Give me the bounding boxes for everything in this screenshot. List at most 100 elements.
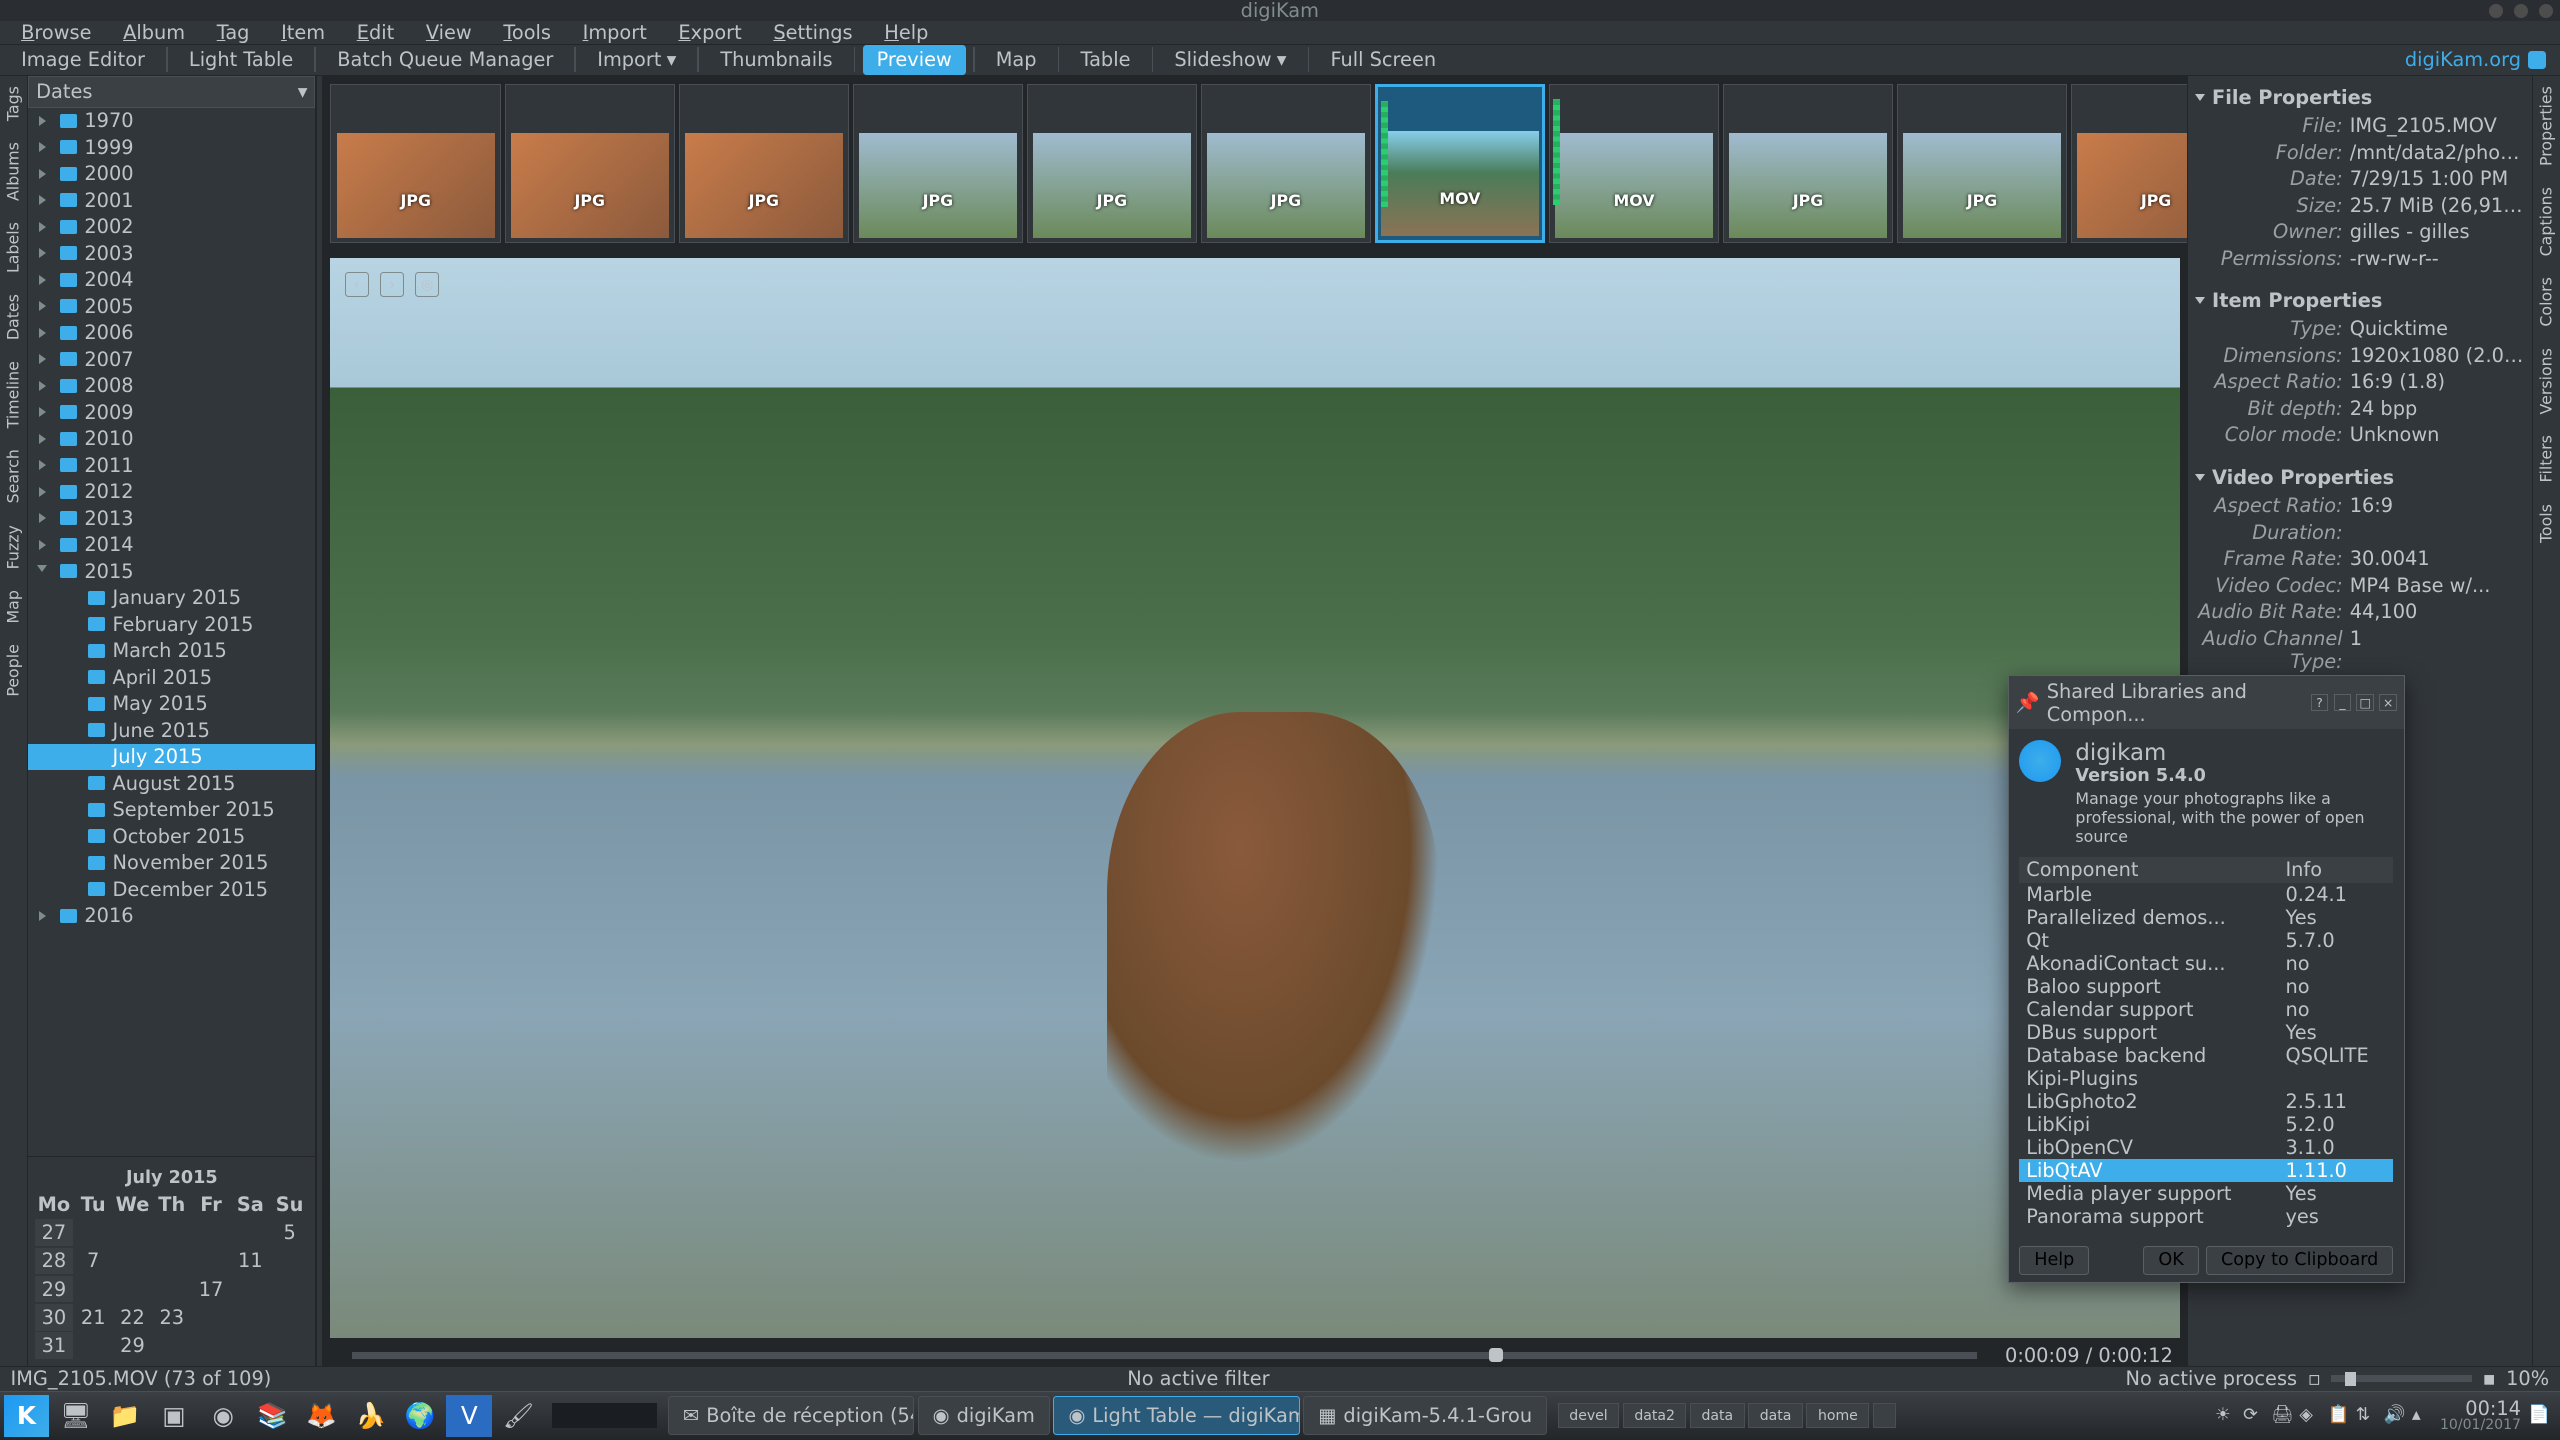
tree-month[interactable]: July 2015 — [28, 744, 315, 771]
thumbnail[interactable]: JPG — [853, 84, 1024, 242]
tab-tools[interactable]: Tools — [2533, 494, 2560, 554]
panel-header[interactable]: Dates▾ — [28, 76, 315, 108]
desktop-switcher[interactable]: devel — [1558, 1403, 1620, 1428]
tab-dates[interactable]: Dates — [0, 284, 27, 351]
thumbnail[interactable]: JPG — [2071, 84, 2187, 242]
component-row[interactable]: DBus supportYes — [2019, 1021, 2393, 1044]
menu-browse[interactable]: Browse — [7, 21, 106, 44]
tree-month[interactable]: June 2015 — [28, 717, 315, 744]
maximize-icon[interactable]: □ — [2356, 694, 2374, 712]
desktop-switcher[interactable]: data — [1748, 1403, 1803, 1428]
cal-day[interactable]: 17 — [192, 1276, 230, 1303]
date-tree[interactable]: 1970199920002001200220032004200520062007… — [28, 108, 315, 1157]
component-row[interactable]: Parallelized demos...Yes — [2019, 906, 2393, 929]
zoom-slider[interactable] — [2331, 1375, 2472, 1382]
tree-month[interactable]: April 2015 — [28, 664, 315, 691]
desktop-switcher[interactable]: data — [1690, 1403, 1745, 1428]
tab-people[interactable]: People — [0, 634, 27, 708]
target-icon[interactable]: ◎ — [415, 272, 440, 297]
menu-import[interactable]: Import — [569, 21, 661, 44]
thumbnail[interactable]: MOV — [1375, 84, 1546, 242]
maximize-button[interactable] — [2514, 4, 2528, 18]
chrome-icon[interactable]: ◉ — [200, 1395, 246, 1437]
tab-filters[interactable]: Filters — [2533, 425, 2560, 494]
clock[interactable]: 00:14 10/01/2017 — [2440, 1399, 2521, 1432]
cal-day[interactable]: 11 — [232, 1248, 270, 1275]
menu-help[interactable]: Help — [870, 21, 942, 44]
desktop-icon[interactable]: 🖥 — [53, 1395, 99, 1437]
cal-day[interactable]: 29 — [114, 1332, 152, 1359]
tab-search[interactable]: Search — [0, 439, 27, 514]
note-icon[interactable]: 📄 — [2528, 1405, 2549, 1426]
tree-year[interactable]: 2014 — [28, 532, 315, 559]
pager[interactable] — [552, 1403, 657, 1428]
volume-icon[interactable]: 🔊 — [2384, 1405, 2405, 1426]
desktop-switcher[interactable]: home — [1806, 1403, 1869, 1428]
menu-album[interactable]: Album — [109, 21, 199, 44]
prop-section-title[interactable]: Item Properties — [2195, 286, 2525, 316]
tree-month[interactable]: October 2015 — [28, 823, 315, 850]
network-icon[interactable]: ⇅ — [2356, 1405, 2377, 1426]
batch-queue-button[interactable]: Batch Queue Manager — [323, 45, 567, 75]
task-item[interactable]: ◉Light Table — digiKam — [1053, 1396, 1299, 1435]
tree-month[interactable]: February 2015 — [28, 611, 315, 638]
tree-year[interactable]: 2016 — [28, 903, 315, 930]
tab-colors[interactable]: Colors — [2533, 267, 2560, 338]
menu-tag[interactable]: Tag — [203, 21, 264, 44]
component-row[interactable]: LibGphoto22.5.11 — [2019, 1090, 2393, 1113]
tree-year[interactable]: 2008 — [28, 373, 315, 400]
tree-month[interactable]: November 2015 — [28, 850, 315, 877]
prop-section-title[interactable]: File Properties — [2195, 83, 2525, 113]
minimize-icon[interactable]: _ — [2334, 694, 2352, 712]
gimp-icon[interactable]: 🖌 — [496, 1395, 542, 1437]
close-button[interactable] — [2539, 4, 2553, 18]
tab-labels[interactable]: Labels — [0, 212, 27, 284]
fullscreen-button[interactable]: Full Screen — [1316, 45, 1450, 75]
component-row[interactable]: AkonadiContact su...no — [2019, 952, 2393, 975]
tree-month[interactable]: March 2015 — [28, 638, 315, 665]
site-link[interactable]: digiKam.org — [2405, 48, 2553, 71]
kde-icon[interactable]: ◈ — [2299, 1405, 2320, 1426]
cal-day[interactable]: 5 — [271, 1219, 309, 1246]
components-table[interactable]: ComponentInfo Marble0.24.1Parallelized d… — [2019, 857, 2393, 1229]
table-button[interactable]: Table — [1066, 45, 1144, 75]
cal-day[interactable]: 31 — [35, 1332, 73, 1359]
minimize-button[interactable] — [2489, 4, 2503, 18]
thumbnail[interactable]: JPG — [1897, 84, 2068, 242]
thumbnail[interactable]: MOV — [1549, 84, 1720, 242]
tree-month[interactable]: January 2015 — [28, 585, 315, 612]
component-row[interactable]: LibOpenCV3.1.0 — [2019, 1136, 2393, 1159]
titlebar[interactable]: digiKam — [0, 0, 2560, 21]
component-row[interactable]: Calendar supportno — [2019, 998, 2393, 1021]
tree-month[interactable]: September 2015 — [28, 797, 315, 824]
tree-year[interactable]: 2012 — [28, 479, 315, 506]
light-table-button[interactable]: Light Table — [175, 45, 308, 75]
cal-day[interactable]: 30 — [35, 1304, 73, 1331]
menu-view[interactable]: View — [412, 21, 486, 44]
thumbnail[interactable]: JPG — [1201, 84, 1372, 242]
tree-year[interactable]: 2006 — [28, 320, 315, 347]
help-icon[interactable]: ? — [2311, 694, 2329, 712]
map-button[interactable]: Map — [982, 45, 1051, 75]
tab-properties[interactable]: Properties — [2533, 76, 2560, 177]
tree-month[interactable]: August 2015 — [28, 770, 315, 797]
thumbnail[interactable]: JPG — [330, 84, 501, 242]
menu-settings[interactable]: Settings — [759, 21, 866, 44]
tree-year[interactable]: 2004 — [28, 267, 315, 294]
thumbnail-strip[interactable]: JPGJPGJPGJPGJPGJPGMOVMOVJPGJPGJPG — [323, 76, 2187, 252]
desktop-switcher[interactable] — [1873, 1403, 1896, 1428]
clipboard-icon[interactable]: 📋 — [2328, 1405, 2349, 1426]
menu-export[interactable]: Export — [664, 21, 755, 44]
close-icon[interactable]: × — [2379, 694, 2397, 712]
terminal-icon[interactable]: ▣ — [151, 1395, 197, 1437]
expand-icon[interactable]: ▴ — [2412, 1405, 2433, 1426]
tab-tags[interactable]: Tags — [0, 76, 27, 132]
zoom-out-icon[interactable]: ▫ — [2308, 1367, 2321, 1390]
vbox-icon[interactable]: V — [446, 1395, 492, 1437]
task-item[interactable]: ◉digiKam — [918, 1396, 1050, 1435]
books-icon[interactable]: 📚 — [250, 1395, 296, 1437]
component-row[interactable]: LibKipi5.2.0 — [2019, 1113, 2393, 1136]
back-icon[interactable]: ‹ — [345, 272, 370, 297]
desktop-switcher[interactable]: data2 — [1623, 1403, 1687, 1428]
tree-year[interactable]: 2011 — [28, 452, 315, 479]
